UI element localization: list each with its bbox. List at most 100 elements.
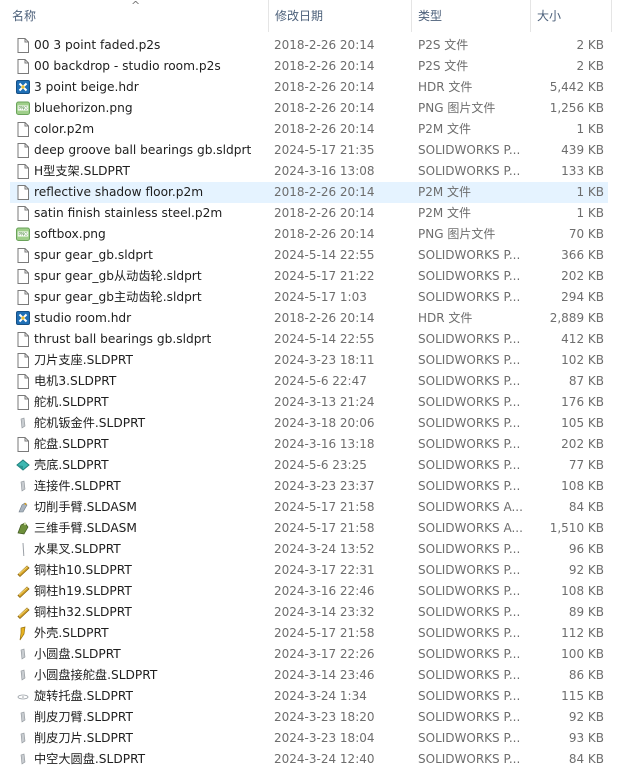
file-name: 中空大圆盘.SLDPRT: [34, 752, 146, 766]
file-modified-date: 2018-2-26 20:14: [274, 122, 375, 136]
column-header-size[interactable]: 大小: [531, 0, 611, 32]
file-modified-date: 2024-3-23 18:04: [274, 731, 375, 745]
file-size: 2 KB: [576, 38, 604, 52]
file-row[interactable]: PNG bluehorizon.png 2018-2-26 20:14 PNG 图片文…: [10, 98, 608, 119]
file-row[interactable]: 小圆盘.SLDPRT 2024-3-17 22:26 SOLIDWORKS P...…: [10, 644, 608, 665]
file-type: P2S 文件: [418, 38, 469, 52]
file-modified-date: 2024-3-14 23:46: [274, 668, 375, 682]
file-type: HDR 文件: [418, 80, 473, 94]
file-row[interactable]: satin finish stainless steel.p2m 2018-2-2…: [10, 203, 608, 224]
file-row[interactable]: 铜柱h10.SLDPRT 2024-3-17 22:31 SOLIDWORKS P.…: [10, 560, 608, 581]
file-row[interactable]: spur gear_gb.sldprt 2024-5-14 22:55 SOLIDW…: [10, 245, 608, 266]
file-name: 3 point beige.hdr: [34, 80, 139, 94]
file-row[interactable]: 连接件.SLDPRT 2024-3-23 23:37 SOLIDWORKS P...…: [10, 476, 608, 497]
part-thumbnail-icon: [15, 415, 31, 432]
file-row[interactable]: PNG softbox.png 2018-2-26 20:14 PNG 图片文件 70 …: [10, 224, 608, 245]
document-icon: [15, 247, 31, 264]
file-type: P2M 文件: [418, 122, 472, 136]
file-type: SOLIDWORKS P...: [418, 479, 521, 493]
file-modified-date: 2024-5-17 21:58: [274, 521, 375, 535]
file-row[interactable]: 中空大圆盘.SLDPRT 2024-3-24 12:40 SOLIDWORKS P.…: [10, 749, 608, 770]
file-modified-date: 2024-5-17 1:03: [274, 290, 367, 304]
file-row[interactable]: spur gear_gb从动齿轮.sldprt 2024-5-17 21:22 SO…: [10, 266, 608, 287]
file-modified-date: 2024-5-14 22:55: [274, 332, 375, 346]
hdr-file-icon: [15, 310, 31, 327]
file-row[interactable]: 舵机.SLDPRT 2024-3-13 21:24 SOLIDWORKS P... 1…: [10, 392, 608, 413]
file-modified-date: 2024-3-16 13:08: [274, 164, 375, 178]
file-row[interactable]: 切削手臂.SLDASM 2024-5-17 21:58 SOLIDWORKS A..…: [10, 497, 608, 518]
file-size: 176 KB: [561, 395, 604, 409]
file-row[interactable]: 旋转托盘.SLDPRT 2024-3-24 1:34 SOLIDWORKS P...…: [10, 686, 608, 707]
part-thumbnail-icon: [15, 730, 31, 747]
file-row[interactable]: 削皮刀臂.SLDPRT 2024-3-23 18:20 SOLIDWORKS P..…: [10, 707, 608, 728]
file-row[interactable]: 铜柱h32.SLDPRT 2024-3-14 23:32 SOLIDWORKS P.…: [10, 602, 608, 623]
file-size: 412 KB: [561, 332, 604, 346]
file-modified-date: 2024-5-17 21:58: [274, 500, 375, 514]
file-type: PNG 图片文件: [418, 227, 496, 241]
file-modified-date: 2024-3-17 22:31: [274, 563, 375, 577]
svg-text:PNG: PNG: [18, 232, 28, 238]
file-size: 93 KB: [568, 731, 604, 745]
file-row[interactable]: 00 backdrop - studio room.p2s 2018-2-26 2…: [10, 56, 608, 77]
file-type: SOLIDWORKS P...: [418, 395, 521, 409]
part-thumbnail-icon: [15, 709, 31, 726]
file-type: SOLIDWORKS P...: [418, 626, 521, 640]
file-row[interactable]: H型支架.SLDPRT 2024-3-16 13:08 SOLIDWORKS P..…: [10, 161, 608, 182]
column-header-type[interactable]: 类型: [412, 0, 530, 32]
housing-thumbnail-icon: [15, 625, 31, 642]
file-row[interactable]: thrust ball bearings gb.sldprt 2024-5-14 …: [10, 329, 608, 350]
file-type: SOLIDWORKS P...: [418, 647, 521, 661]
file-modified-date: 2024-3-16 13:18: [274, 437, 375, 451]
file-modified-date: 2024-3-23 18:11: [274, 353, 375, 367]
file-name: 外壳.SLDPRT: [34, 626, 109, 640]
file-row[interactable]: 外壳.SLDPRT 2024-5-17 21:58 SOLIDWORKS P... 1…: [10, 623, 608, 644]
file-row[interactable]: studio room.hdr 2018-2-26 20:14 HDR 文件 2,88…: [10, 308, 608, 329]
file-type: SOLIDWORKS P...: [418, 164, 521, 178]
file-type: SOLIDWORKS P...: [418, 584, 521, 598]
file-row[interactable]: 小圆盘接舵盘.SLDPRT 2024-3-14 23:46 SOLIDWORKS P…: [10, 665, 608, 686]
file-size: 96 KB: [568, 542, 604, 556]
file-row[interactable]: 壳底.SLDPRT 2024-5-6 23:25 SOLIDWORKS P... 77…: [10, 455, 608, 476]
file-modified-date: 2018-2-26 20:14: [274, 185, 375, 199]
file-row[interactable]: reflective shadow floor.p2m 2018-2-26 20:…: [10, 182, 608, 203]
copper-pillar-icon: [15, 562, 31, 579]
file-name: 削皮刀臂.SLDPRT: [34, 710, 133, 724]
file-row[interactable]: 三维手臂.SLDASM 2024-5-17 21:58 SOLIDWORKS A..…: [10, 518, 608, 539]
file-modified-date: 2024-3-16 22:46: [274, 584, 375, 598]
file-size: 108 KB: [561, 479, 604, 493]
file-modified-date: 2018-2-26 20:14: [274, 227, 375, 241]
column-header-name[interactable]: 名称: [6, 0, 268, 32]
file-modified-date: 2018-2-26 20:14: [274, 59, 375, 73]
document-icon: [15, 37, 31, 54]
column-header-date[interactable]: 修改日期: [269, 0, 411, 32]
file-row[interactable]: 舵机钣金件.SLDPRT 2024-3-18 20:06 SOLIDWORKS P.…: [10, 413, 608, 434]
file-name: 旋转托盘.SLDPRT: [34, 689, 133, 703]
file-name: satin finish stainless steel.p2m: [34, 206, 223, 220]
file-size: 1,256 KB: [549, 101, 604, 115]
file-name: studio room.hdr: [34, 311, 132, 325]
part-thumbnail-icon: [15, 751, 31, 768]
file-type: SOLIDWORKS P...: [418, 710, 521, 724]
file-name: 铜柱h32.SLDPRT: [34, 605, 132, 619]
file-type: PNG 图片文件: [418, 101, 496, 115]
file-row[interactable]: deep groove ball bearings gb.sldprt 2024-…: [10, 140, 608, 161]
file-size: 87 KB: [568, 374, 604, 388]
file-row[interactable]: 舵盘.SLDPRT 2024-3-16 13:18 SOLIDWORKS P... 2…: [10, 434, 608, 455]
file-row[interactable]: 电机3.SLDPRT 2024-5-6 22:47 SOLIDWORKS P... 8…: [10, 371, 608, 392]
file-row[interactable]: spur gear_gb主动齿轮.sldprt 2024-5-17 1:03 SOL…: [10, 287, 608, 308]
part-thumbnail-icon: [15, 646, 31, 663]
file-row[interactable]: color.p2m 2018-2-26 20:14 P2M 文件 1 KB: [10, 119, 608, 140]
file-row[interactable]: 刀片支座.SLDPRT 2024-3-23 18:11 SOLIDWORKS P..…: [10, 350, 608, 371]
assembly-thumbnail-icon: [15, 499, 31, 516]
file-row[interactable]: 水果叉.SLDPRT 2024-3-24 13:52 SOLIDWORKS P...…: [10, 539, 608, 560]
file-name: softbox.png: [34, 227, 106, 241]
file-name: 电机3.SLDPRT: [34, 374, 117, 388]
file-size: 108 KB: [561, 584, 604, 598]
file-modified-date: 2024-3-24 1:34: [274, 689, 367, 703]
file-size: 1,510 KB: [549, 521, 604, 535]
file-row[interactable]: 00 3 point faded.p2s 2018-2-26 20:14 P2S 文…: [10, 35, 608, 56]
column-divider[interactable]: [611, 0, 612, 32]
file-row[interactable]: 铜柱h19.SLDPRT 2024-3-16 22:46 SOLIDWORKS P.…: [10, 581, 608, 602]
file-row[interactable]: 削皮刀片.SLDPRT 2024-3-23 18:04 SOLIDWORKS P..…: [10, 728, 608, 749]
file-row[interactable]: 3 point beige.hdr 2018-2-26 20:14 HDR 文件 5,…: [10, 77, 608, 98]
